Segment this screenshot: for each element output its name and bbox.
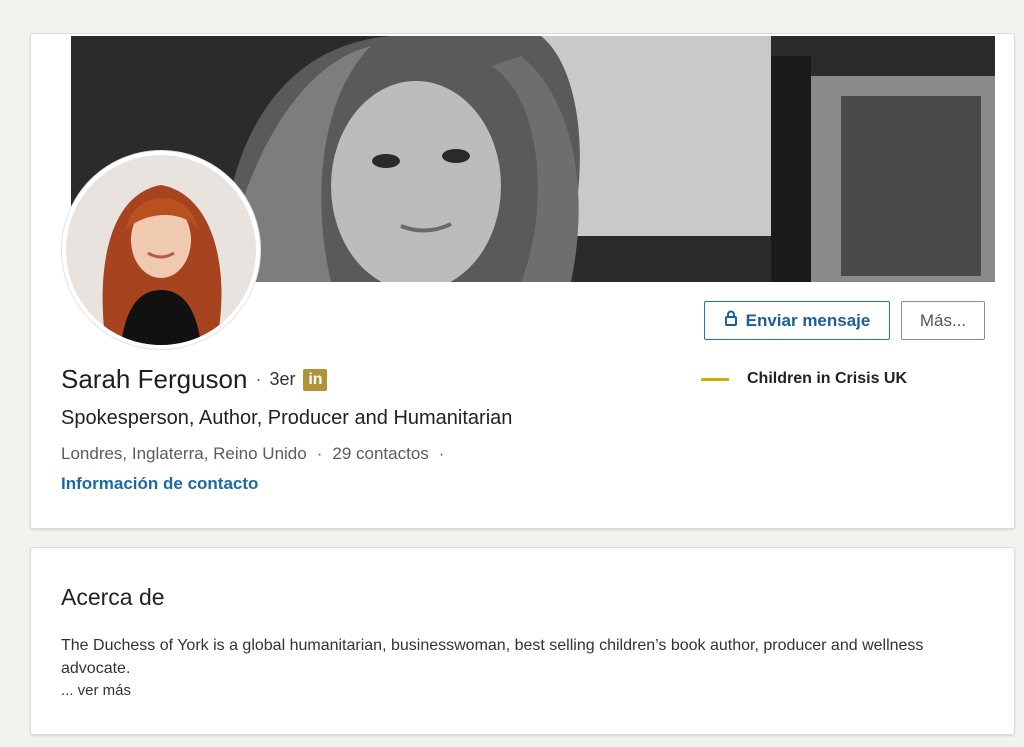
profile-meta: Londres, Inglaterra, Reino Unido · 29 co… [61,444,444,464]
about-text: The Duchess of York is a global humanita… [61,637,924,677]
profile-card: Enviar mensaje Más... Sarah Ferguson · 3… [30,33,1015,529]
company-name: Children in Crisis UK [747,370,908,387]
current-company[interactable]: Children in Crisis UK [701,370,907,388]
about-title: Acerca de [61,584,165,610]
lock-icon [724,310,738,331]
profile-avatar[interactable] [62,151,260,349]
more-actions-button[interactable]: Más... [901,301,985,340]
profile-name: Sarah Ferguson [61,364,248,394]
send-message-label: Enviar mensaje [745,310,871,330]
send-message-button[interactable]: Enviar mensaje [704,301,890,340]
meta-trailing-separator: · [438,444,445,463]
more-actions-label: Más... [919,310,967,330]
about-card: Acerca de The Duchess of York is a globa… [30,547,1015,735]
connection-degree: 3er [269,369,296,389]
contact-info-link[interactable]: Información de contacto [61,474,258,494]
profile-headline: Spokesperson, Author, Producer and Human… [61,407,513,429]
profile-location: Londres, Inglaterra, Reino Unido [61,444,307,463]
name-separator: · [255,369,262,389]
profile-name-row: Sarah Ferguson · 3er in [61,364,328,395]
linkedin-premium-icon: in [303,368,328,391]
connections-count[interactable]: 29 contactos [332,444,428,464]
company-logo-icon [701,377,729,381]
see-more-link[interactable]: ... ver más [61,682,131,699]
meta-separator: · [316,444,323,463]
